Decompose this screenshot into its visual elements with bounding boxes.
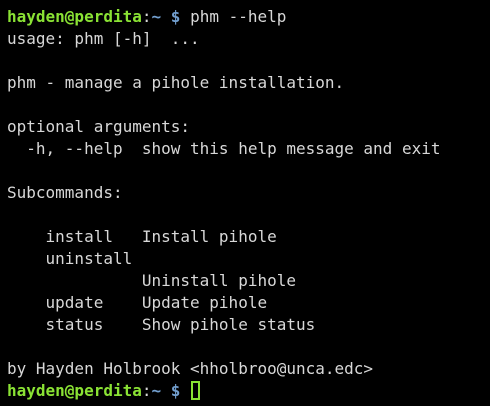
output-blank-line	[7, 336, 490, 358]
output-blank-line	[7, 50, 490, 72]
command-line: hayden@perdita:~ $ phm --help	[7, 6, 490, 28]
output-status-line: status Show pihole status	[7, 315, 316, 334]
text-cursor[interactable]	[191, 381, 201, 400]
prompt-dollar: $	[170, 7, 181, 26]
prompt-user-host: hayden@perdita	[7, 381, 142, 400]
output-description-line: phm - manage a pihole installation.	[7, 73, 345, 92]
output-blank-line	[7, 160, 490, 182]
active-prompt-line[interactable]: hayden@perdita:~ $	[7, 380, 490, 402]
output-author-line: by Hayden Holbrook <hholbroo@unca.edc>	[7, 359, 374, 378]
prompt-path: ~	[151, 381, 162, 400]
output-usage-line: usage: phm [-h] ...	[7, 29, 200, 48]
output-blank-line	[7, 204, 490, 226]
output-optional-arguments-heading: optional arguments:	[7, 117, 191, 136]
command-text: phm --help	[190, 7, 287, 26]
output-uninstall-line: uninstall	[7, 249, 133, 268]
output-help-option-line: -h, --help show this help message and ex…	[7, 139, 441, 158]
prompt-dollar: $	[170, 381, 181, 400]
output-subcommands-heading: Subcommands:	[7, 183, 123, 202]
output-blank-line	[7, 94, 490, 116]
prompt-colon: :	[141, 381, 152, 400]
prompt-path: ~	[151, 7, 162, 26]
terminal-window[interactable]: hayden@perdita:~ $ phm --help usage: phm…	[0, 0, 490, 406]
prompt-user-host: hayden@perdita	[7, 7, 142, 26]
output-uninstall-description-line: Uninstall pihole	[7, 271, 296, 290]
output-install-line: install Install pihole	[7, 227, 277, 246]
prompt-colon: :	[141, 7, 152, 26]
output-update-line: update Update pihole	[7, 293, 268, 312]
